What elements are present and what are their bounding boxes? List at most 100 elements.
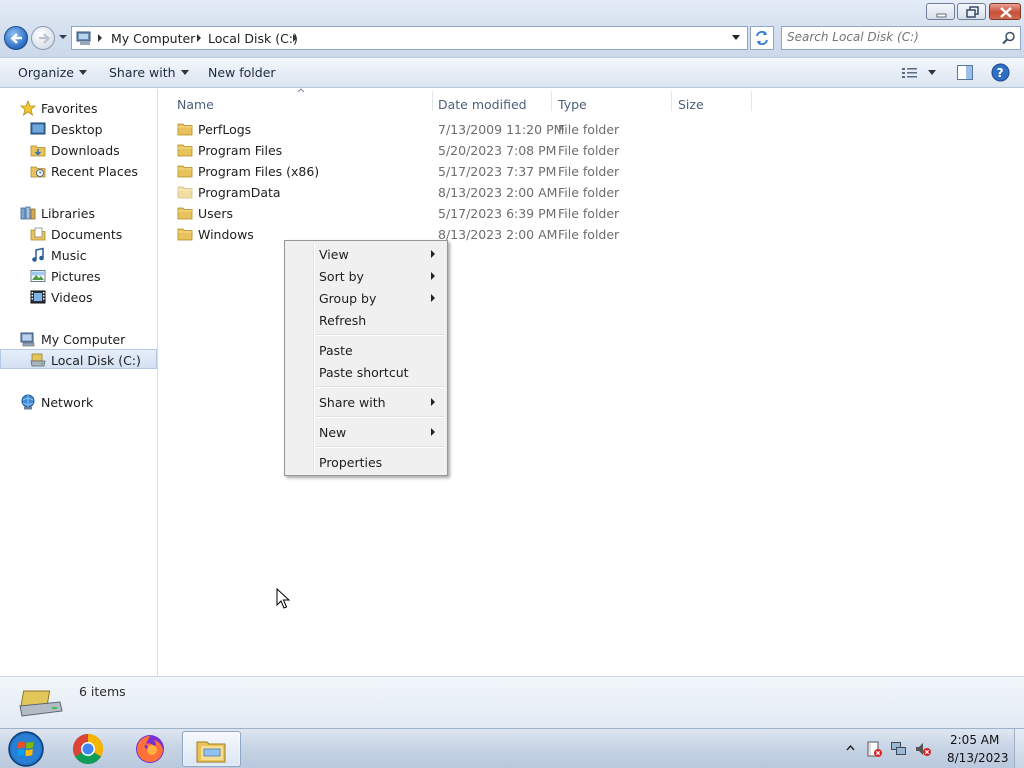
- column-divider[interactable]: [751, 91, 752, 111]
- folder-icon: [177, 144, 193, 157]
- nav-desktop[interactable]: Desktop: [0, 119, 157, 139]
- column-header-name[interactable]: Name: [171, 93, 432, 115]
- column-header-size[interactable]: Size: [672, 93, 752, 115]
- nav-my-computer-label: My Computer: [41, 332, 126, 347]
- drive-icon: [19, 690, 63, 717]
- menu-item-properties[interactable]: Properties: [287, 451, 445, 473]
- menu-item-new[interactable]: New: [287, 421, 445, 443]
- close-button[interactable]: [989, 3, 1021, 20]
- help-icon[interactable]: ?: [991, 63, 1010, 82]
- action-center-icon[interactable]: [866, 740, 884, 758]
- forward-arrow-icon: [39, 33, 51, 44]
- address-bar[interactable]: My Computer Local Disk (C:): [71, 26, 748, 50]
- nav-videos-label: Videos: [51, 290, 93, 305]
- organize-label: Organize: [18, 65, 74, 80]
- show-desktop-button[interactable]: [1014, 729, 1024, 768]
- nav-recent-places[interactable]: Recent Places: [0, 161, 157, 181]
- menu-item-view-label: View: [319, 247, 349, 262]
- folder-icon: [177, 207, 193, 220]
- nav-local-disk[interactable]: Local Disk (C:): [0, 349, 157, 369]
- network-status-icon[interactable]: [890, 740, 908, 758]
- breadcrumb-separator: [98, 34, 102, 42]
- file-row-users[interactable]: Users 5/17/2023 6:39 PM File folder: [171, 203, 671, 224]
- close-icon: [1000, 7, 1012, 18]
- nav-music[interactable]: Music: [0, 245, 157, 265]
- nav-videos[interactable]: Videos: [0, 287, 157, 307]
- menu-item-sort-by[interactable]: Sort by: [287, 265, 445, 287]
- menu-item-share-with[interactable]: Share with: [287, 391, 445, 413]
- address-dropdown-icon[interactable]: [731, 34, 741, 42]
- nav-desktop-label: Desktop: [51, 122, 103, 137]
- breadcrumb-local-disk[interactable]: Local Disk (C:): [208, 31, 298, 46]
- file-date: 5/20/2023 7:08 PM: [438, 143, 557, 158]
- column-header-type[interactable]: Type: [552, 93, 671, 115]
- windows-logo-icon: [8, 731, 44, 767]
- minimize-icon: [936, 13, 947, 18]
- minimize-button[interactable]: [926, 3, 955, 20]
- music-icon: [32, 247, 44, 262]
- taskbar-chrome[interactable]: [60, 731, 116, 767]
- column-header-type-label: Type: [558, 97, 587, 112]
- menu-item-view[interactable]: View: [287, 243, 445, 265]
- menu-item-paste-shortcut[interactable]: Paste shortcut: [287, 361, 445, 383]
- view-dropdown-icon[interactable]: [927, 69, 937, 76]
- search-icon[interactable]: [1002, 31, 1016, 45]
- organize-menu[interactable]: Organize: [18, 65, 87, 80]
- menu-item-refresh[interactable]: Refresh: [287, 309, 445, 331]
- nav-favorites[interactable]: Favorites: [0, 98, 157, 118]
- nav-downloads[interactable]: Downloads: [0, 140, 157, 160]
- clock-time[interactable]: 2:05 AM: [950, 733, 999, 747]
- file-row-perflogs[interactable]: PerfLogs 7/13/2009 11:20 PM File folder: [171, 119, 671, 140]
- breadcrumb-my-computer[interactable]: My Computer: [111, 31, 195, 46]
- restore-icon: [966, 6, 979, 18]
- file-type: File folder: [558, 164, 620, 179]
- search-box[interactable]: [781, 26, 1021, 50]
- nav-my-computer[interactable]: My Computer: [0, 329, 157, 349]
- menu-separator: [315, 386, 445, 388]
- file-row-programdata[interactable]: ProgramData 8/13/2023 2:00 AM File folde…: [171, 182, 671, 203]
- file-name: Program Files (x86): [198, 164, 320, 179]
- search-input[interactable]: [787, 30, 997, 44]
- nav-documents[interactable]: Documents: [0, 224, 157, 244]
- taskbar-explorer[interactable]: [182, 731, 241, 767]
- menu-item-paste[interactable]: Paste: [287, 339, 445, 361]
- nav-documents-label: Documents: [51, 227, 123, 242]
- taskbar-firefox[interactable]: [122, 731, 178, 767]
- network-icon: [21, 394, 35, 410]
- new-folder-button[interactable]: New folder: [208, 65, 276, 80]
- nav-libraries[interactable]: Libraries: [0, 203, 157, 223]
- chrome-icon: [72, 734, 104, 765]
- nav-pictures[interactable]: Pictures: [0, 266, 157, 286]
- file-name: PerfLogs: [198, 122, 252, 137]
- volume-muted-icon[interactable]: [914, 740, 932, 758]
- file-row-program-files-x86[interactable]: Program Files (x86) 5/17/2023 7:37 PM Fi…: [171, 161, 671, 182]
- file-date: 8/13/2023 2:00 AM: [438, 227, 558, 242]
- view-options-icon[interactable]: [902, 66, 918, 80]
- back-button[interactable]: [4, 26, 28, 50]
- share-with-menu[interactable]: Share with: [109, 65, 189, 80]
- file-date: 5/17/2023 6:39 PM: [438, 206, 557, 221]
- folder-icon: [177, 165, 193, 178]
- star-icon: [20, 100, 36, 116]
- chevron-right-icon: [431, 250, 435, 258]
- breadcrumb-separator: [197, 34, 201, 42]
- recent-pages-icon[interactable]: [58, 34, 68, 40]
- show-hidden-icons-icon[interactable]: [846, 745, 855, 751]
- firefox-icon: [136, 735, 164, 763]
- file-type: File folder: [558, 206, 620, 221]
- folder-icon: [177, 228, 193, 241]
- desktop-icon: [30, 122, 46, 135]
- nav-network[interactable]: Network: [0, 392, 157, 412]
- chevron-right-icon: [431, 398, 435, 406]
- clock-date[interactable]: 8/13/2023: [947, 751, 1009, 765]
- refresh-button[interactable]: [750, 26, 774, 50]
- file-row-program-files[interactable]: Program Files 5/20/2023 7:08 PM File fol…: [171, 140, 671, 161]
- restore-button[interactable]: [957, 3, 986, 20]
- menu-item-new-label: New: [319, 425, 347, 440]
- start-button[interactable]: [6, 730, 46, 768]
- preview-pane-icon[interactable]: [957, 65, 973, 80]
- file-type: File folder: [558, 122, 620, 137]
- forward-button[interactable]: [31, 26, 55, 50]
- menu-item-group-by[interactable]: Group by: [287, 287, 445, 309]
- column-header-date[interactable]: Date modified: [432, 93, 551, 115]
